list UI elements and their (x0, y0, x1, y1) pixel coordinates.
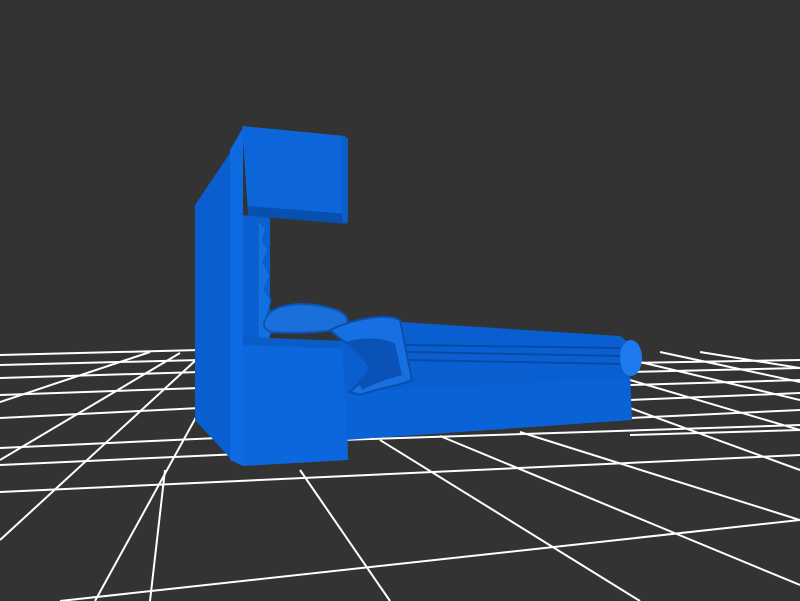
grid-line (0, 349, 201, 356)
grid-line (0, 407, 201, 419)
grid-line (629, 359, 800, 364)
lower-base-block (243, 340, 348, 466)
grid-line (0, 371, 201, 379)
grid-line (629, 379, 800, 431)
bed-model[interactable] (195, 126, 642, 466)
grid-line (0, 359, 197, 541)
headboard-side-panel (195, 150, 232, 460)
grid-line (149, 469, 166, 601)
grid-line (299, 469, 391, 601)
3d-viewport[interactable] (0, 0, 800, 601)
grid-line (59, 519, 800, 601)
grid-line (0, 359, 201, 366)
mattress-end-cap (620, 340, 642, 376)
headboard-edge-strip (230, 128, 243, 466)
grid-line (629, 429, 800, 436)
grid-line (0, 453, 241, 466)
grid-line (629, 367, 800, 373)
grid-line (0, 454, 800, 493)
grid-line (519, 431, 800, 521)
upper-shelf-right-edge (342, 136, 348, 222)
scene-canvas[interactable] (0, 0, 800, 601)
